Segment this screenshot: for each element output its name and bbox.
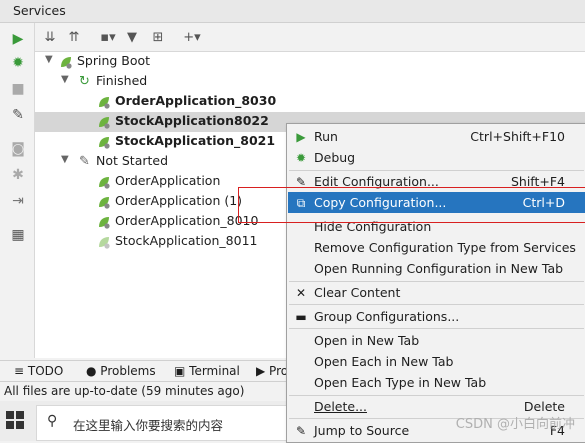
menu-item-open-in-new-tab[interactable]: Open in New Tab: [288, 330, 585, 351]
spring-app-icon: [97, 215, 111, 229]
tool-window-tabs: ≡ TODO ● Problems ▣ Terminal ▶ Pro: [0, 360, 290, 382]
tree-node-finished[interactable]: ▼ ↻ Finished: [35, 72, 585, 92]
menu-item-group-configurations[interactable]: ▬ Group Configurations...: [288, 306, 585, 327]
tree-node-label: Spring Boot: [77, 53, 151, 68]
debug-icon[interactable]: ✹: [10, 55, 26, 71]
tab-terminal[interactable]: ▣ Terminal: [174, 364, 240, 378]
menu-item-label: Open Each in New Tab: [314, 354, 454, 369]
annotation-highlight-box: [238, 187, 585, 223]
tree-node-label: StockApplication8022: [115, 113, 269, 128]
spring-app-icon: [97, 135, 111, 149]
tab-todo[interactable]: ≡ TODO: [14, 364, 63, 378]
status-bar: All files are up-to-date (59 minutes ago…: [0, 381, 290, 402]
tree-node-label: Finished: [96, 73, 148, 88]
spring-app-icon: [97, 175, 111, 189]
chevron-down-icon[interactable]: ▼: [61, 74, 69, 85]
filter-icon[interactable]: ▼: [123, 28, 141, 46]
folder-icon: ▬: [295, 310, 307, 324]
collapse-all-icon[interactable]: ⇈: [65, 28, 83, 46]
spring-app-icon: [97, 235, 111, 249]
menu-item-label: Run: [314, 129, 338, 144]
tab-label: Problems: [100, 364, 156, 378]
search-icon: ⚲: [47, 413, 58, 429]
menu-item-label: Open in New Tab: [314, 333, 420, 348]
spring-app-icon: [97, 95, 111, 109]
wrench-icon[interactable]: ✎: [10, 107, 26, 123]
attach-icon[interactable]: ⇥: [10, 193, 26, 209]
spring-boot-icon: [59, 55, 73, 69]
menu-item-label: Debug: [314, 150, 356, 165]
menu-item-label: Delete...: [314, 399, 367, 414]
panel-title: Services: [13, 3, 66, 18]
wrench-icon: ✎: [79, 154, 90, 169]
menu-item-open-each-type-in-new-tab[interactable]: Open Each Type in New Tab: [288, 372, 585, 393]
tree-node-spring-boot[interactable]: ▼ Spring Boot: [35, 52, 585, 72]
spring-app-icon: [97, 195, 111, 209]
camera-icon[interactable]: ◙: [10, 141, 26, 157]
menu-item-label: Open Each Type in New Tab: [314, 375, 487, 390]
layout-icon[interactable]: ▦: [10, 227, 26, 243]
menu-item-shortcut: Delete: [523, 399, 565, 414]
bug-icon[interactable]: ✱: [10, 167, 26, 183]
tree-node-label: OrderApplication (1): [115, 193, 243, 208]
chevron-down-icon[interactable]: ▼: [45, 54, 53, 65]
group-by-icon[interactable]: ▪▾: [99, 28, 117, 46]
left-toolbar: ▶ ✹ ■ ✎ ◙ ✱ ⇥ ▦: [0, 23, 35, 358]
menu-item-shortcut: Ctrl+Shift+F10: [470, 129, 565, 144]
tab-problems[interactable]: ● Problems: [86, 364, 156, 378]
menu-item-open-each-in-new-tab[interactable]: Open Each in New Tab: [288, 351, 585, 372]
tree-node-app[interactable]: OrderApplication_8030: [35, 92, 585, 112]
edit-icon: ✎: [295, 424, 307, 438]
stop-icon[interactable]: ■: [10, 81, 26, 97]
chevron-down-icon[interactable]: ▼: [61, 154, 69, 165]
menu-item-label: Clear Content: [314, 285, 401, 300]
tab-label: TODO: [27, 364, 64, 378]
context-menu: ▶ Run Ctrl+Shift+F10 ✹ Debug ✎ Edit Conf…: [286, 123, 585, 443]
tree-node-label: Not Started: [96, 153, 169, 168]
services-panel-header: Services: [0, 0, 585, 23]
services-toolbar: ⇊ ⇈ ▪▾ ▼ ⊞ +▾: [35, 23, 585, 52]
run-icon: ▶: [296, 130, 306, 144]
menu-item-label: Group Configurations...: [314, 309, 460, 324]
menu-item-label: Open Running Configuration in New Tab: [314, 261, 564, 276]
debug-icon: ✹: [295, 151, 307, 165]
search-placeholder: 在这里输入你要搜索的内容: [73, 418, 224, 433]
close-icon: ✕: [295, 286, 307, 300]
tab-label: Terminal: [189, 364, 240, 378]
expand-all-icon[interactable]: ⇊: [41, 28, 59, 46]
windows-start-icon[interactable]: [6, 411, 24, 429]
menu-separator: [289, 304, 584, 305]
tab-profiler[interactable]: ▶ Pro: [256, 364, 288, 378]
spring-app-icon: [97, 115, 111, 129]
menu-separator: [289, 328, 584, 329]
rerun-icon: ↻: [79, 74, 90, 89]
menu-item-open-running-configuration[interactable]: Open Running Configuration in New Tab: [288, 258, 585, 279]
add-service-icon[interactable]: +▾: [183, 28, 201, 46]
watermark: CSDN @小白向前冲: [455, 417, 575, 432]
menu-item-clear-content[interactable]: ✕ Clear Content: [288, 282, 585, 303]
taskbar-search-input[interactable]: ⚲ 在这里输入你要搜索的内容: [36, 405, 288, 441]
tree-node-label: StockApplication_8021: [115, 133, 276, 148]
tree-node-label: StockApplication_8011: [115, 233, 258, 248]
run-icon[interactable]: ▶: [10, 31, 26, 47]
menu-item-label: Remove Configuration Type from Services: [314, 240, 576, 255]
tree-node-label: OrderApplication_8010: [115, 213, 259, 228]
menu-item-label: Jump to Source: [314, 423, 410, 438]
status-text: All files are up-to-date (59 minutes ago…: [4, 384, 245, 398]
menu-item-debug[interactable]: ✹ Debug: [288, 147, 585, 168]
tree-node-label: OrderApplication: [115, 173, 221, 188]
menu-item-remove-configuration-type[interactable]: Remove Configuration Type from Services: [288, 237, 585, 258]
new-tab-icon[interactable]: ⊞: [149, 28, 167, 46]
menu-item-run[interactable]: ▶ Run Ctrl+Shift+F10: [288, 126, 585, 147]
windows-taskbar: ⚲ 在这里输入你要搜索的内容: [0, 401, 290, 441]
tree-node-label: OrderApplication_8030: [115, 93, 277, 108]
